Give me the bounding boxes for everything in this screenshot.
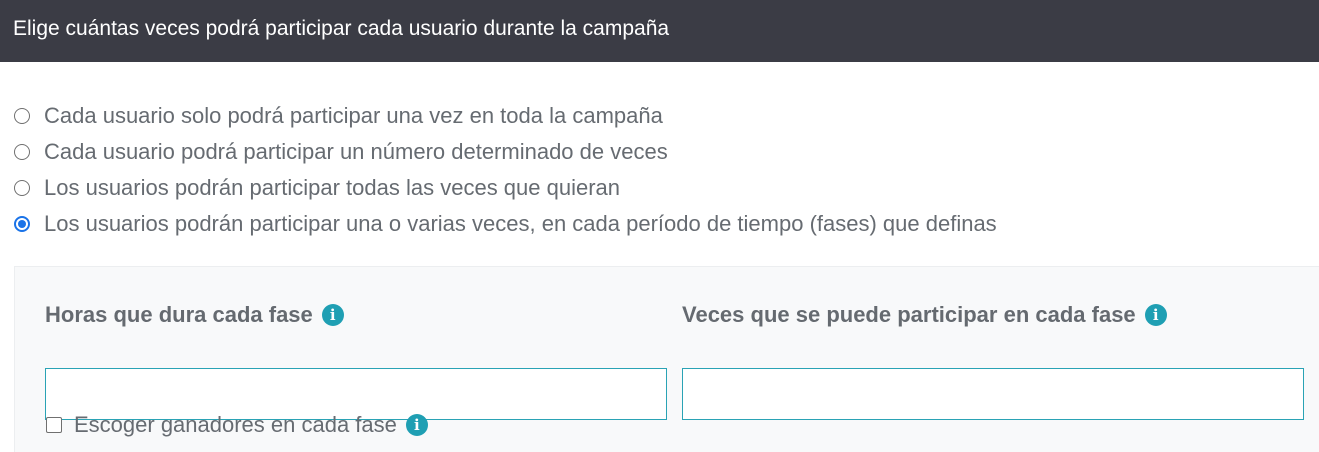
info-icon[interactable]: i — [321, 304, 344, 326]
radio-unlimited[interactable] — [14, 180, 30, 196]
section-header: Elige cuántas veces podrá participar cad… — [0, 0, 1319, 62]
hours-per-phase-label: Horas que dura cada fase i — [45, 301, 344, 329]
times-per-phase-field: Veces que se puede participar en cada fa… — [682, 301, 1304, 420]
option-per-phase[interactable]: Los usuarios podrán participar una o var… — [14, 206, 997, 242]
option-label: Los usuarios podrán participar una o var… — [44, 211, 997, 236]
option-label: Cada usuario solo podrá participar una v… — [44, 103, 663, 128]
times-per-phase-input[interactable] — [682, 368, 1304, 420]
hours-per-phase-label-text: Horas que dura cada fase — [45, 302, 313, 327]
choose-winners-checkbox[interactable] — [46, 417, 62, 433]
info-icon[interactable]: i — [405, 414, 428, 436]
phases-settings-panel: Horas que dura cada fase i Veces que se … — [14, 266, 1319, 452]
option-fixed-number[interactable]: Cada usuario podrá participar un número … — [14, 134, 997, 170]
choose-winners-per-phase[interactable]: Escoger ganadores en cada fase i — [46, 412, 428, 438]
choose-winners-label: Escoger ganadores en cada fase — [74, 412, 397, 437]
radio-fixed-number[interactable] — [14, 144, 30, 160]
participation-radio-group: Cada usuario solo podrá participar una v… — [14, 98, 997, 242]
option-label: Cada usuario podrá participar un número … — [44, 139, 668, 164]
info-icon[interactable]: i — [1144, 304, 1167, 326]
option-once-per-campaign[interactable]: Cada usuario solo podrá participar una v… — [14, 98, 997, 134]
times-per-phase-label-text: Veces que se puede participar en cada fa… — [682, 302, 1136, 327]
option-unlimited[interactable]: Los usuarios podrán participar todas las… — [14, 170, 997, 206]
times-per-phase-label: Veces que se puede participar en cada fa… — [682, 301, 1167, 329]
section-title: Elige cuántas veces podrá participar cad… — [13, 17, 670, 40]
option-label: Los usuarios podrán participar todas las… — [44, 175, 621, 200]
radio-per-phase[interactable] — [14, 216, 30, 232]
radio-once-per-campaign[interactable] — [14, 108, 30, 124]
hours-per-phase-field: Horas que dura cada fase i — [45, 301, 667, 420]
